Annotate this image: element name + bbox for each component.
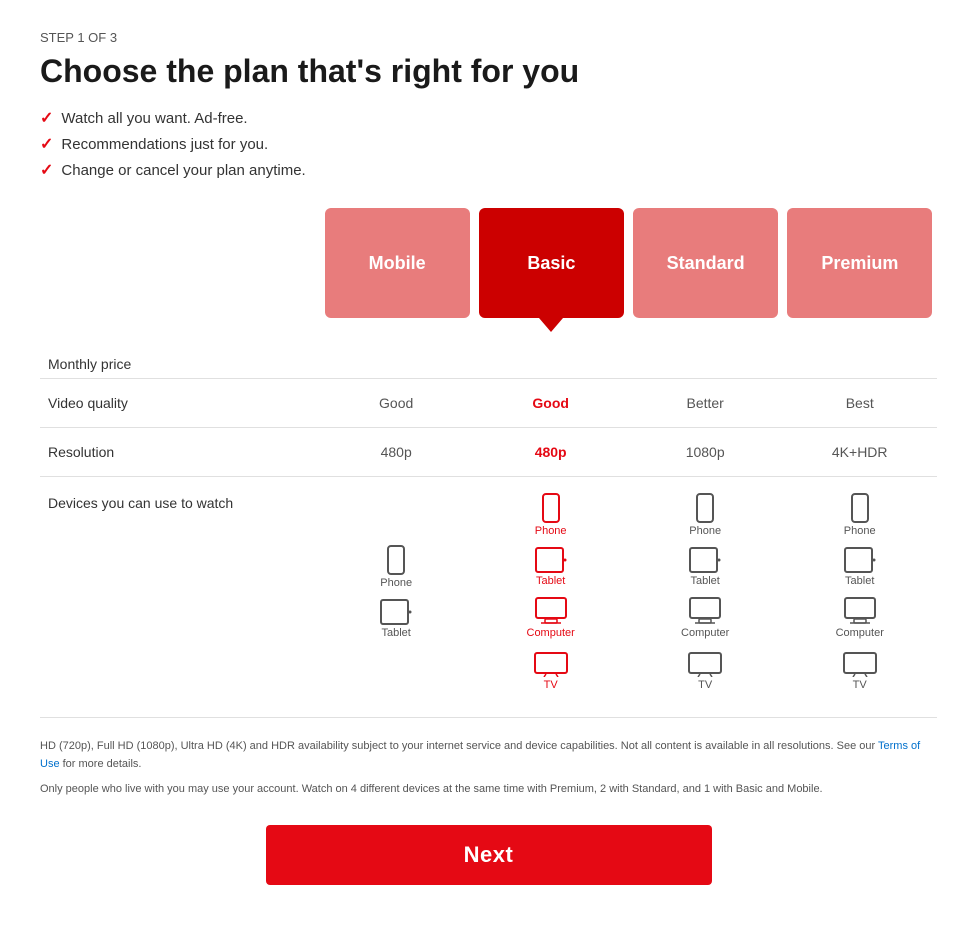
computer-icon-basic: [535, 597, 567, 625]
monthly-price-row: Monthly price: [40, 342, 937, 379]
tv-icon-basic: [534, 649, 568, 677]
page-title: Choose the plan that's right for you: [40, 53, 937, 90]
video-quality-premium: Best: [782, 379, 937, 428]
resolution-premium: 4K+HDR: [782, 428, 937, 477]
device-phone-mobile: Phone: [327, 545, 465, 589]
device-phone-basic: Phone: [481, 493, 620, 537]
phone-icon: [386, 545, 406, 575]
tv-icon-premium: [843, 649, 877, 677]
device-phone-standard: Phone: [636, 493, 775, 537]
tv-icon-standard: [688, 649, 722, 677]
next-button[interactable]: Next: [266, 825, 712, 885]
video-quality-standard: Better: [628, 379, 783, 428]
plan-premium[interactable]: Premium: [783, 208, 937, 332]
next-button-wrapper: Next: [40, 825, 937, 885]
device-tv-standard: TV: [636, 649, 775, 691]
tablet-icon: [380, 599, 412, 625]
monthly-price-premium: [782, 342, 937, 379]
devices-premium: Phone Tablet Computer: [782, 477, 937, 718]
tablet-icon-standard: [689, 547, 721, 573]
checkmark-icon: ✓: [40, 134, 53, 154]
step-label: STEP 1 OF 3: [40, 30, 937, 45]
device-tablet-premium: Tablet: [790, 547, 929, 587]
benefit-2: ✓ Recommendations just for you.: [40, 134, 937, 154]
video-quality-row: Video quality Good Good Better Best: [40, 379, 937, 428]
video-quality-label: Video quality: [40, 379, 319, 428]
device-tablet-standard: Tablet: [636, 547, 775, 587]
resolution-row: Resolution 480p 480p 1080p 4K+HDR: [40, 428, 937, 477]
resolution-basic: 480p: [473, 428, 628, 477]
device-computer-premium: Computer: [790, 597, 929, 639]
devices-row: Devices you can use to watch Phone Table…: [40, 477, 937, 718]
footnotes: HD (720p), Full HD (1080p), Ultra HD (4K…: [40, 738, 937, 799]
checkmark-icon: ✓: [40, 108, 53, 128]
computer-icon-standard: [689, 597, 721, 625]
device-phone-premium: Phone: [790, 493, 929, 537]
video-quality-mobile: Good: [319, 379, 473, 428]
plan-mobile[interactable]: Mobile: [320, 208, 474, 332]
tablet-icon-basic: [535, 547, 567, 573]
device-tv-premium: TV: [790, 649, 929, 691]
plan-basic[interactable]: Basic: [474, 208, 628, 332]
terms-link[interactable]: Terms of Use: [40, 740, 920, 770]
phone-icon-standard: [695, 493, 715, 523]
monthly-price-label: Monthly price: [40, 342, 319, 379]
checkmark-icon: ✓: [40, 160, 53, 180]
device-tv-basic: TV: [481, 649, 620, 691]
benefit-1: ✓ Watch all you want. Ad-free.: [40, 108, 937, 128]
plan-card-premium[interactable]: Premium: [787, 208, 932, 318]
plan-standard[interactable]: Standard: [629, 208, 783, 332]
device-tablet-basic: Tablet: [481, 547, 620, 587]
monthly-price-standard: [628, 342, 783, 379]
device-tablet-mobile: Tablet: [327, 599, 465, 639]
footnote-1: HD (720p), Full HD (1080p), Ultra HD (4K…: [40, 738, 937, 773]
monthly-price-basic: [473, 342, 628, 379]
plan-card-mobile[interactable]: Mobile: [325, 208, 470, 318]
footnote-2: Only people who live with you may use yo…: [40, 781, 937, 799]
tablet-icon-premium: [844, 547, 876, 573]
plan-card-basic[interactable]: Basic: [479, 208, 624, 318]
plan-card-standard[interactable]: Standard: [633, 208, 778, 318]
resolution-standard: 1080p: [628, 428, 783, 477]
computer-icon-premium: [844, 597, 876, 625]
monthly-price-mobile: [319, 342, 473, 379]
benefits-list: ✓ Watch all you want. Ad-free. ✓ Recomme…: [40, 108, 937, 180]
devices-label: Devices you can use to watch: [40, 477, 319, 718]
devices-mobile: Phone Tablet: [319, 477, 473, 718]
phone-icon-premium: [850, 493, 870, 523]
device-computer-standard: Computer: [636, 597, 775, 639]
resolution-mobile: 480p: [319, 428, 473, 477]
phone-icon-basic: [541, 493, 561, 523]
devices-basic: Phone Tablet Computer: [473, 477, 628, 718]
resolution-label: Resolution: [40, 428, 319, 477]
video-quality-basic: Good: [473, 379, 628, 428]
device-computer-basic: Computer: [481, 597, 620, 639]
benefit-3: ✓ Change or cancel your plan anytime.: [40, 160, 937, 180]
devices-standard: Phone Tablet Computer: [628, 477, 783, 718]
active-plan-arrow: [539, 318, 563, 332]
